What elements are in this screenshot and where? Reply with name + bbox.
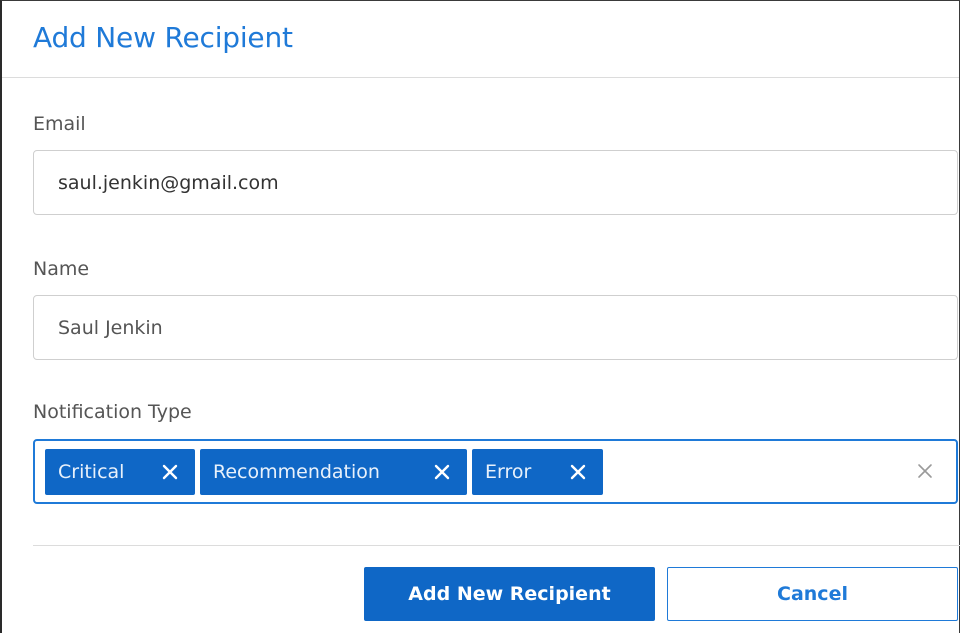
notification-type-label: Notification Type xyxy=(33,401,192,423)
name-label: Name xyxy=(33,258,90,280)
cancel-button[interactable]: Cancel xyxy=(667,567,958,621)
chip-label: Error xyxy=(485,461,532,483)
close-icon[interactable] xyxy=(565,457,591,487)
clear-all-icon[interactable] xyxy=(912,458,938,484)
chip-label: Recommendation xyxy=(213,461,380,483)
email-input[interactable]: saul.jenkin@gmail.com xyxy=(33,150,958,215)
close-icon[interactable] xyxy=(429,457,455,487)
add-recipient-dialog: Add New Recipient Email saul.jenkin@gmai… xyxy=(0,0,960,633)
chip-label: Critical xyxy=(58,461,125,483)
chip-recommendation: Recommendation xyxy=(200,449,467,495)
footer-divider xyxy=(33,545,960,546)
name-input[interactable]: Saul Jenkin xyxy=(33,295,958,360)
email-label: Email xyxy=(33,113,86,135)
close-icon[interactable] xyxy=(157,457,183,487)
email-value: saul.jenkin@gmail.com xyxy=(58,171,279,194)
name-value: Saul Jenkin xyxy=(58,316,163,339)
chip-critical: Critical xyxy=(45,449,195,495)
dialog-title: Add New Recipient xyxy=(33,21,293,54)
chip-error: Error xyxy=(472,449,603,495)
dialog-header: Add New Recipient xyxy=(2,1,959,78)
add-new-recipient-button[interactable]: Add New Recipient xyxy=(364,567,655,621)
notification-type-multiselect[interactable]: Critical Recommendation Error xyxy=(33,439,958,504)
